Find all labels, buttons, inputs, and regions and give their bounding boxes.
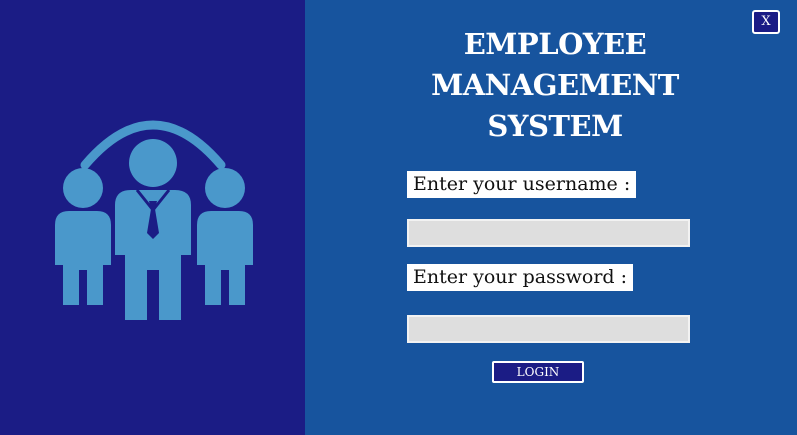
illustration-panel [0, 0, 305, 435]
title-line-2: MANAGEMENT [431, 68, 679, 102]
center-person-figure [115, 139, 191, 320]
title-line-3: SYSTEM [487, 109, 623, 143]
app-title: EMPLOYEE MANAGEMENT SYSTEM [405, 24, 705, 147]
password-label: Enter your password : [407, 264, 634, 291]
left-person-figure [55, 168, 111, 305]
title-line-1: EMPLOYEE [463, 27, 647, 61]
login-button[interactable]: LOGIN [492, 361, 584, 383]
close-button[interactable]: X [752, 10, 780, 34]
employee-group-icon [55, 120, 253, 320]
username-label: Enter your username : [407, 171, 637, 198]
password-field[interactable] [407, 315, 690, 343]
username-field[interactable] [407, 219, 690, 247]
right-person-figure [197, 168, 253, 305]
